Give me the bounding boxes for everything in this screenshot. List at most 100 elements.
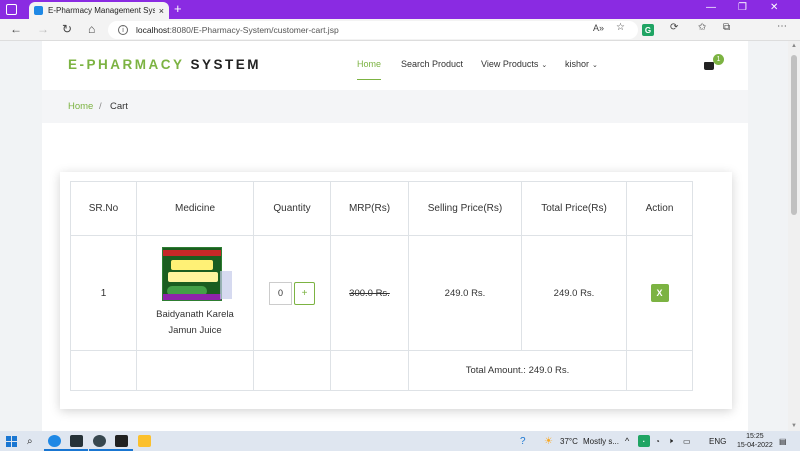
refresh-icon[interactable]: ↻ [62,22,72,36]
restore-icon[interactable]: ❐ [738,2,747,13]
cell-mrp: 300.0 Rs. [330,235,409,351]
product-band [163,250,221,256]
more-icon[interactable]: ⋯ [777,21,787,32]
tray-app-icon[interactable]: · [638,434,650,448]
site-brand[interactable]: E-PHARMACY SYSTEM [68,57,261,72]
nav-user-menu[interactable]: kishor ⌄ [565,59,598,69]
scroll-up-icon[interactable]: ▲ [791,43,797,49]
minimize-icon[interactable]: — [706,2,716,13]
remove-item-button[interactable]: X [650,284,669,302]
wifi-icon[interactable]: ◔ [655,434,660,448]
language-indicator[interactable]: ENG [709,434,726,448]
brand-part2: SYSTEM [190,57,262,72]
empty-cell [136,350,254,391]
breadcrumb-current: Cart [110,101,128,112]
forward-icon[interactable]: → [37,22,49,36]
url-host: localhost [136,25,170,35]
nav-home[interactable]: Home [357,59,382,80]
quantity-increment-button[interactable]: + [294,281,315,305]
weather-temperature[interactable]: 37°C [560,434,578,448]
quantity-input[interactable]: 0 [269,281,292,305]
site-info-icon[interactable]: i [118,25,128,35]
search-icon[interactable]: ⌕ [27,434,33,448]
header-quantity: Quantity [253,181,331,236]
clock-time: 15:25 [746,433,764,440]
empty-cell [626,350,693,391]
header-mrp: MRP(Rs) [330,181,409,236]
header-total-price: Total Price(Rs) [521,181,627,236]
url-input[interactable]: i localhost :8080/E-Pharmacy-System/cust… [108,21,638,39]
product-bottom-band [163,294,221,300]
header-sr-no: SR.No [70,181,137,236]
back-icon[interactable]: ← [10,22,22,36]
nav-view-products[interactable]: View Products ⌄ [481,59,547,69]
favicon-icon [34,6,43,15]
weather-status[interactable]: Mostly s... [583,434,619,448]
product-shadow [220,271,232,299]
clock[interactable]: 15:25 15-04-2022 [737,432,773,450]
window-close-icon[interactable]: ✕ [770,2,778,13]
empty-cell [330,350,409,391]
product-label-bottom [168,272,218,282]
chevron-down-icon: ⌄ [541,62,548,69]
favorites-icon[interactable]: ✩ [698,22,706,33]
table-row: 1 Baidyanath Karela Jamun Juice 0 + 300.… [70,235,693,351]
tab-close-icon[interactable]: × [159,6,164,16]
new-tab-button[interactable]: + [174,1,182,16]
weather-sun-icon[interactable]: ☀ [544,434,553,448]
extension-icon[interactable]: G [642,24,654,36]
taskbar-edge[interactable] [48,434,61,448]
cell-quantity: 0 + [253,235,331,351]
browser-tab[interactable]: E-Pharmacy Management Syste × [29,2,169,19]
scroll-down-icon[interactable]: ▼ [791,423,797,429]
extensions-puzzle-icon[interactable]: ⟳ [670,22,678,33]
taskbar-app[interactable] [93,434,106,448]
clock-date: 15-04-2022 [737,442,773,449]
favorite-star-icon[interactable]: ☆ [616,22,625,33]
taskbar-cmd[interactable] [115,434,128,448]
empty-cell [70,350,137,391]
notifications-icon[interactable]: ▤ [779,434,787,448]
start-button[interactable] [6,434,17,448]
battery-icon[interactable]: ▭ [683,434,691,448]
volume-icon[interactable]: 🕨 [668,434,673,448]
page-content: E-PHARMACY SYSTEM Home Search Product Vi… [42,41,748,431]
header-selling-price: Selling Price(Rs) [408,181,522,236]
breadcrumb-home[interactable]: Home [68,101,93,112]
folder-icon [138,435,151,447]
taskbar-explorer[interactable] [138,434,151,448]
help-icon[interactable]: ? [520,434,526,448]
product-box-picture [162,247,222,301]
app-icon [93,435,106,447]
extension-logo: G [642,24,654,36]
total-amount-cell: Total Amount.: 249.0 Rs. [408,350,627,391]
medicine-name-line2: Jamun Juice [168,325,222,336]
medicine-name-line1: Baidyanath Karela [156,309,234,320]
terminal-icon [70,435,83,447]
table-total-row: Total Amount.: 249.0 Rs. [70,350,693,391]
scroll-thumb[interactable] [791,55,797,215]
cmd-icon [115,435,128,447]
browser-tab-bar: E-Pharmacy Management Syste × + — ❐ ✕ [0,0,800,19]
tray-chevron-icon[interactable]: ^ [625,434,629,448]
medicine-image [162,247,232,303]
cell-sr: 1 [70,235,137,351]
cart-button[interactable]: 1 [704,54,724,70]
collections-icon[interactable]: ⧉ [723,22,730,33]
workspaces-icon[interactable] [6,4,17,15]
read-aloud-icon[interactable]: A» [593,23,604,33]
cart-card: SR.No Medicine Quantity MRP(Rs) Selling … [60,172,732,409]
header-action: Action [626,181,693,236]
cell-medicine: Baidyanath Karela Jamun Juice [136,235,254,351]
nav-search-product[interactable]: Search Product [401,59,463,69]
url-path: :8080/E-Pharmacy-System/customer-cart.js… [169,25,339,35]
windows-taskbar: ⌕ ? ☀ 37°C Mostly s... ^ · ◔ 🕨 ▭ ENG 15:… [0,431,800,451]
edge-icon [48,435,61,447]
total-amount: Total Amount.: 249.0 Rs. [465,365,570,376]
taskbar-terminal[interactable] [70,434,83,448]
home-icon[interactable]: ⌂ [88,22,95,36]
cell-total-price: 249.0 Rs. [521,235,627,351]
breadcrumb: Home / Cart [42,90,748,123]
green-app-icon: · [638,435,650,447]
page-scrollbar[interactable]: ▲ ▼ [788,41,800,431]
